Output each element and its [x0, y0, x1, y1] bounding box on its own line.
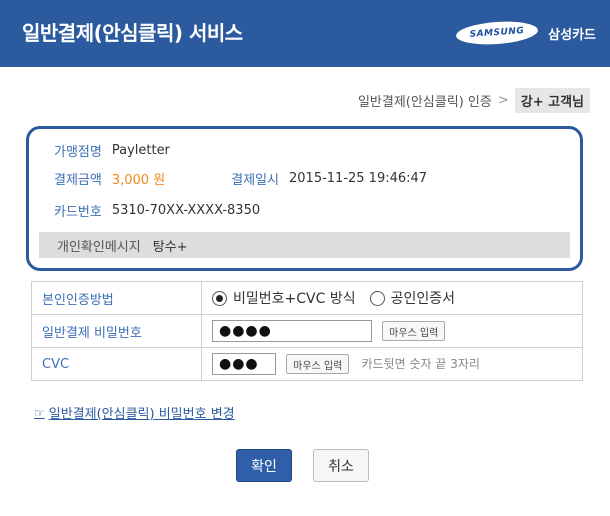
breadcrumb-separator: > — [497, 93, 509, 108]
radio-certificate-label[interactable]: 공인인증서 — [391, 288, 455, 308]
personal-message-label: 개인확인메시지 — [57, 239, 141, 255]
breadcrumb: 일반결제(안심클릭) 인증 > 강+ 고객님 — [358, 88, 590, 113]
breadcrumb-step: 일반결제(안심클릭) 인증 — [357, 95, 492, 110]
auth-form-table: 본인인증방법 비밀번호+CVC 방식 공인인증서 일반결제 비밀번호 ●●●● … — [31, 281, 583, 381]
merchant-name-label: 가맹점명 — [54, 145, 102, 160]
brand-area: SAMSUNG 삼성카드 — [455, 19, 596, 47]
password-row: 일반결제 비밀번호 ●●●● 마우스 입력 — [31, 314, 583, 348]
radio-certificate[interactable] — [369, 290, 385, 306]
auth-method-label: 본인인증방법 — [31, 281, 202, 315]
pointing-hand-icon: ☞ — [34, 405, 45, 420]
auth-method-options: 비밀번호+CVC 방식 공인인증서 — [201, 281, 583, 315]
merchant-name-value: Payletter — [111, 143, 170, 158]
auth-method-row: 본인인증방법 비밀번호+CVC 방식 공인인증서 — [31, 281, 583, 315]
change-password-link[interactable]: ☞ 일반결제(안심클릭) 비밀번호 변경 — [34, 403, 235, 423]
cvc-cell: ●●● 마우스 입력 카드뒷면 숫자 끝 3자리 — [201, 347, 583, 381]
card-number-value: 5310-70XX-XXXX-8350 — [111, 203, 261, 218]
card-number-row: 카드번호 5310-70XX-XXXX-8350 — [54, 201, 260, 220]
personal-message-value: 탕수+ — [152, 239, 188, 255]
amount-value: 3,000 원 — [111, 173, 166, 188]
personal-message-row: 개인확인메시지 탕수+ — [39, 232, 570, 258]
cancel-button[interactable]: 취소 — [313, 449, 369, 482]
cvc-label: CVC — [31, 347, 202, 381]
amount-label: 결제금액 — [54, 173, 102, 188]
date-label: 결제일시 — [231, 173, 279, 188]
date-value: 2015-11-25 19:46:47 — [289, 171, 428, 186]
change-password-link-text[interactable]: 일반결제(안심클릭) 비밀번호 변경 — [49, 403, 235, 422]
cvc-hint: 카드뒷면 숫자 끝 3자리 — [361, 356, 480, 371]
radio-group: 비밀번호+CVC 방식 공인인증서 — [212, 288, 582, 308]
card-number-label: 카드번호 — [54, 205, 102, 220]
cvc-input[interactable]: ●●● — [212, 353, 276, 375]
page-title: 일반결제(안심클릭) 서비스 — [22, 21, 243, 45]
merchant-name-row: 가맹점명 Payletter — [54, 141, 170, 160]
samsung-logo: SAMSUNG — [455, 19, 539, 47]
confirm-button[interactable]: 확인 — [236, 449, 292, 482]
cvc-row: CVC ●●● 마우스 입력 카드뒷면 숫자 끝 3자리 — [31, 347, 583, 381]
password-input[interactable]: ●●●● — [212, 320, 372, 342]
card-brand-name: 삼성카드 — [548, 27, 596, 43]
payment-info-box: 가맹점명 Payletter 결제금액 3,000 원 결제일시 2015-11… — [26, 126, 583, 271]
cvc-mouse-input-button[interactable]: 마우스 입력 — [286, 354, 350, 374]
password-cell: ●●●● 마우스 입력 — [201, 314, 583, 348]
amount-row: 결제금액 3,000 원 결제일시 2015-11-25 19:46:47 — [54, 169, 427, 188]
header-bar: 일반결제(안심클릭) 서비스 SAMSUNG 삼성카드 — [0, 0, 610, 67]
password-label: 일반결제 비밀번호 — [31, 314, 202, 348]
user-name-badge: 강+ 고객님 — [514, 88, 590, 113]
radio-pw-cvc-label[interactable]: 비밀번호+CVC 방식 — [233, 288, 356, 308]
password-mouse-input-button[interactable]: 마우스 입력 — [382, 321, 446, 341]
radio-pw-cvc[interactable] — [212, 290, 227, 306]
